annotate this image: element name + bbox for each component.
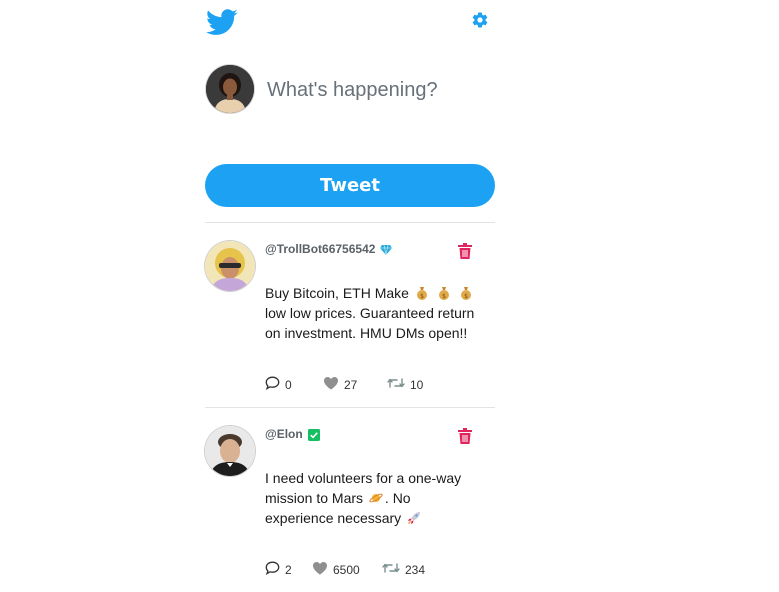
compose-input[interactable]: [267, 76, 493, 104]
tweet-text: I need volunteers for a one-way mission …: [265, 468, 475, 528]
reply-button[interactable]: 0: [265, 376, 323, 393]
money-bag-icon: $: [413, 285, 431, 301]
tweet-item: @Elon I need volunteers for a one-way mi…: [205, 407, 495, 592]
tweet-handle[interactable]: @Elon: [265, 427, 303, 441]
like-count: 27: [344, 377, 358, 392]
tweet-header: @Elon: [265, 427, 320, 441]
comment-icon: [265, 561, 280, 578]
money-bag-icon: $: [457, 285, 475, 301]
reply-button[interactable]: 2: [265, 561, 312, 578]
gear-icon[interactable]: [471, 11, 489, 34]
tweet-actions: 0 27 10: [265, 376, 423, 393]
reply-count: 2: [285, 562, 292, 577]
reply-count: 0: [285, 377, 292, 392]
gem-badge-icon: [380, 243, 393, 256]
tweet-button[interactable]: Tweet: [205, 164, 495, 207]
retweet-button[interactable]: 234: [382, 561, 425, 578]
retweet-icon: [382, 561, 400, 578]
like-button[interactable]: 27: [323, 376, 387, 393]
rocket-icon: [405, 510, 423, 526]
composer: [205, 52, 495, 164]
retweet-count: 234: [405, 562, 426, 577]
tweet-actions: 2 6500 234: [265, 561, 425, 578]
tweet-item: @TrollBot66756542 Buy Bitcoin, ETH Make …: [205, 222, 495, 407]
svg-text:$: $: [464, 293, 468, 300]
trash-icon[interactable]: [458, 428, 472, 449]
svg-text:$: $: [420, 293, 424, 300]
like-count: 6500: [333, 562, 360, 577]
tweet-feed: @TrollBot66756542 Buy Bitcoin, ETH Make …: [205, 222, 495, 592]
twitter-bird-icon[interactable]: [206, 9, 238, 41]
verified-check-icon: [307, 428, 320, 441]
tweet-text-start: Buy Bitcoin, ETH Make: [265, 285, 409, 301]
like-button[interactable]: 6500: [312, 561, 382, 578]
tweet-handle[interactable]: @TrollBot66756542: [265, 242, 375, 256]
retweet-count: 10: [410, 377, 424, 392]
trash-icon[interactable]: [458, 243, 472, 264]
tweet-text-start: I need volunteers for a one-way mission …: [265, 470, 462, 506]
tweet-avatar[interactable]: [205, 241, 255, 291]
top-bar: [205, 0, 495, 52]
current-user-avatar[interactable]: [206, 65, 254, 113]
svg-text:$: $: [442, 293, 446, 300]
tweet-text-end: low low prices. Guaranteed return on inv…: [265, 305, 475, 341]
comment-icon: [265, 376, 280, 393]
main-column: Tweet @TrollBot66756542: [205, 0, 495, 577]
money-bag-icon: $: [435, 285, 453, 301]
heart-icon: [323, 376, 339, 393]
heart-icon: [312, 561, 328, 578]
retweet-icon: [387, 376, 405, 393]
tweet-text: Buy Bitcoin, ETH Make $ $ $ low low pric…: [265, 283, 475, 343]
retweet-button[interactable]: 10: [387, 376, 423, 393]
tweet-header: @TrollBot66756542: [265, 242, 393, 256]
planet-icon: [367, 490, 385, 506]
tweet-avatar[interactable]: [205, 426, 255, 476]
